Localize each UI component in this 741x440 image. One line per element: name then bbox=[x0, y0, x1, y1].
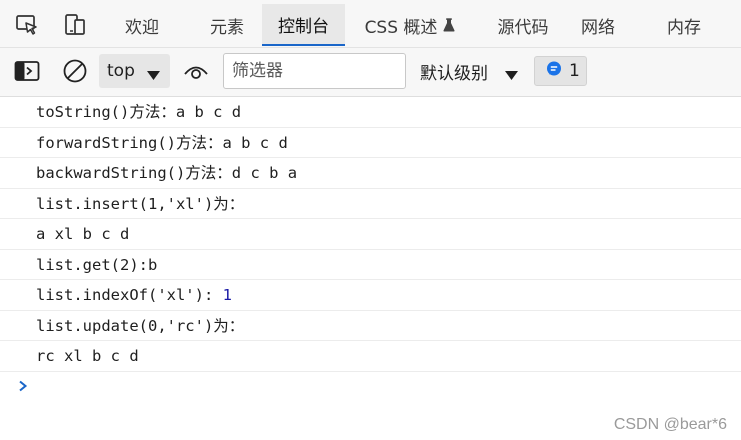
tab-console[interactable]: 控制台 bbox=[262, 4, 345, 46]
tab-memory[interactable]: 内存 bbox=[654, 4, 714, 46]
show-sidebar-button[interactable] bbox=[12, 58, 42, 88]
inspect-element-icon[interactable] bbox=[14, 12, 40, 38]
device-emulation-icon[interactable] bbox=[62, 12, 88, 38]
console-message[interactable]: a xl b c d bbox=[0, 219, 741, 250]
console-message-text: list.indexOf('xl'): bbox=[36, 286, 223, 304]
clear-console-button[interactable] bbox=[60, 58, 90, 88]
console-message-text: list.insert(1,'xl')为： bbox=[36, 194, 245, 213]
tab-sources-label: 源代码 bbox=[497, 17, 549, 38]
issues-count: 1 bbox=[569, 61, 580, 81]
caret-down-icon bbox=[505, 66, 518, 86]
console-message-number: 1 bbox=[222, 286, 232, 304]
tab-css-overview[interactable]: CSS 概述 bbox=[355, 4, 465, 46]
console-message-text: backwardString()方法：d c b a bbox=[36, 164, 298, 182]
console-message-text: a xl b c d bbox=[36, 225, 130, 243]
tab-console-label: 控制台 bbox=[278, 16, 329, 37]
console-message-text: list.get(2):b bbox=[36, 255, 158, 274]
log-level-value: 默认级别 bbox=[420, 63, 488, 84]
message-bubble-icon bbox=[546, 61, 562, 82]
devtools-window: 欢迎 元素 控制台 CSS 概述 源代码 网络 内存 top 筛选器 默认级别 … bbox=[0, 0, 741, 440]
tab-network[interactable]: 网络 bbox=[568, 4, 628, 46]
console-message[interactable]: backwardString()方法：d c b a bbox=[0, 158, 741, 189]
tab-css-overview-label: CSS 概述 bbox=[364, 17, 438, 38]
console-toolbar: top 默认级别 bbox=[0, 48, 741, 97]
console-message-text: rc xl b c d bbox=[36, 347, 139, 365]
prompt-chevron-icon[interactable] bbox=[16, 378, 30, 392]
console-message[interactable]: forwardString()方法：a b c d bbox=[0, 128, 741, 158]
console-message[interactable]: toString()方法：a b c d bbox=[0, 97, 741, 128]
console-message[interactable]: list.indexOf('xl'): 1 bbox=[0, 280, 741, 311]
console-message-text: list.update(0,'rc')为： bbox=[36, 316, 245, 335]
console-message[interactable]: list.insert(1,'xl')为： bbox=[0, 189, 741, 219]
log-level-selector[interactable]: 默认级别 bbox=[420, 54, 522, 88]
console-message[interactable]: list.get(2):b bbox=[0, 250, 741, 280]
issues-counter-button[interactable]: 1 bbox=[534, 56, 587, 86]
console-message[interactable]: rc xl b c d bbox=[0, 341, 741, 372]
console-filter-input[interactable] bbox=[223, 53, 406, 89]
live-expression-eye-icon bbox=[183, 61, 209, 85]
watermark: CSDN @bear*6 bbox=[613, 416, 727, 433]
experimental-flask-icon bbox=[443, 18, 455, 32]
caret-down-icon bbox=[147, 66, 160, 86]
context-selector[interactable]: top bbox=[99, 54, 170, 88]
tab-welcome-label: 欢迎 bbox=[125, 17, 159, 38]
console-output: toString()方法：a b c d forwardString()方法：a… bbox=[0, 97, 741, 372]
console-message[interactable]: list.update(0,'rc')为： bbox=[0, 311, 741, 341]
tab-network-label: 网络 bbox=[581, 17, 615, 38]
devtools-tab-bar: 欢迎 元素 控制台 CSS 概述 源代码 网络 内存 bbox=[0, 0, 741, 48]
console-message-text: toString()方法：a b c d bbox=[36, 103, 242, 121]
console-message-text: forwardString()方法：a b c d bbox=[36, 133, 288, 152]
tab-sources[interactable]: 源代码 bbox=[488, 4, 558, 46]
clear-console-icon bbox=[62, 58, 88, 88]
tab-elements-label: 元素 bbox=[210, 17, 244, 38]
live-expression-button[interactable] bbox=[181, 58, 211, 88]
tab-memory-label: 内存 bbox=[667, 17, 701, 38]
tab-elements[interactable]: 元素 bbox=[197, 4, 257, 46]
tab-welcome[interactable]: 欢迎 bbox=[112, 4, 172, 46]
context-selector-value: top bbox=[107, 61, 135, 81]
show-sidebar-icon bbox=[14, 60, 40, 86]
